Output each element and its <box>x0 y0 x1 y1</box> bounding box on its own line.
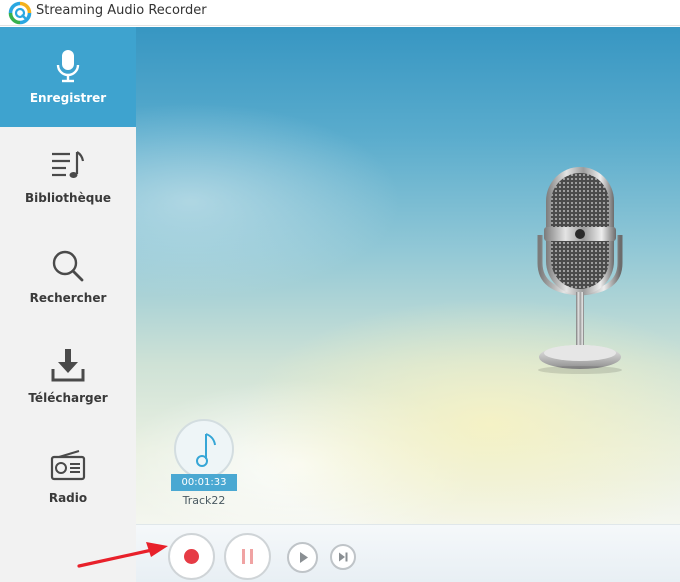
sidebar-item-radio[interactable]: Radio <box>0 427 136 527</box>
track-duration: 00:01:33 <box>171 474 237 491</box>
music-note-icon <box>196 433 216 467</box>
record-icon <box>184 549 199 564</box>
sidebar: Enregistrer Bibliothèque Rechercher Télé… <box>0 27 136 582</box>
recording-area: 00:01:33 Track22 <box>136 27 680 524</box>
radio-icon <box>50 450 86 481</box>
next-button[interactable] <box>330 544 356 570</box>
pause-button[interactable] <box>224 533 271 580</box>
app-logo-icon <box>8 1 32 25</box>
sidebar-item-enregistrer[interactable]: Enregistrer <box>0 27 136 127</box>
sidebar-item-bibliotheque[interactable]: Bibliothèque <box>0 127 136 227</box>
search-icon <box>52 250 84 282</box>
music-list-icon <box>52 151 85 178</box>
sidebar-item-label: Bibliothèque <box>24 191 111 205</box>
skip-next-icon <box>339 552 348 562</box>
sidebar-item-rechercher[interactable]: Rechercher <box>0 227 136 327</box>
arrow-annotation-icon <box>77 542 168 568</box>
microphone-illustration-icon <box>537 167 623 374</box>
record-button[interactable] <box>168 533 215 580</box>
window-title: Streaming Audio Recorder <box>36 3 207 18</box>
sidebar-item-label: Radio <box>48 491 88 505</box>
microphone-icon <box>56 50 80 83</box>
play-icon <box>300 552 308 563</box>
download-icon <box>51 349 85 382</box>
sidebar-item-label: Télécharger <box>28 391 108 405</box>
playback-controls <box>136 524 680 582</box>
play-button[interactable] <box>287 542 318 573</box>
sidebar-item-telecharger[interactable]: Télécharger <box>0 327 136 427</box>
track-disc <box>174 419 234 479</box>
sidebar-item-label: Enregistrer <box>29 91 107 105</box>
sidebar-item-label: Rechercher <box>29 291 107 305</box>
recording-track[interactable]: 00:01:33 Track22 <box>171 419 237 509</box>
track-name: Track22 <box>182 494 226 507</box>
title-bar: Streaming Audio Recorder <box>0 0 680 26</box>
